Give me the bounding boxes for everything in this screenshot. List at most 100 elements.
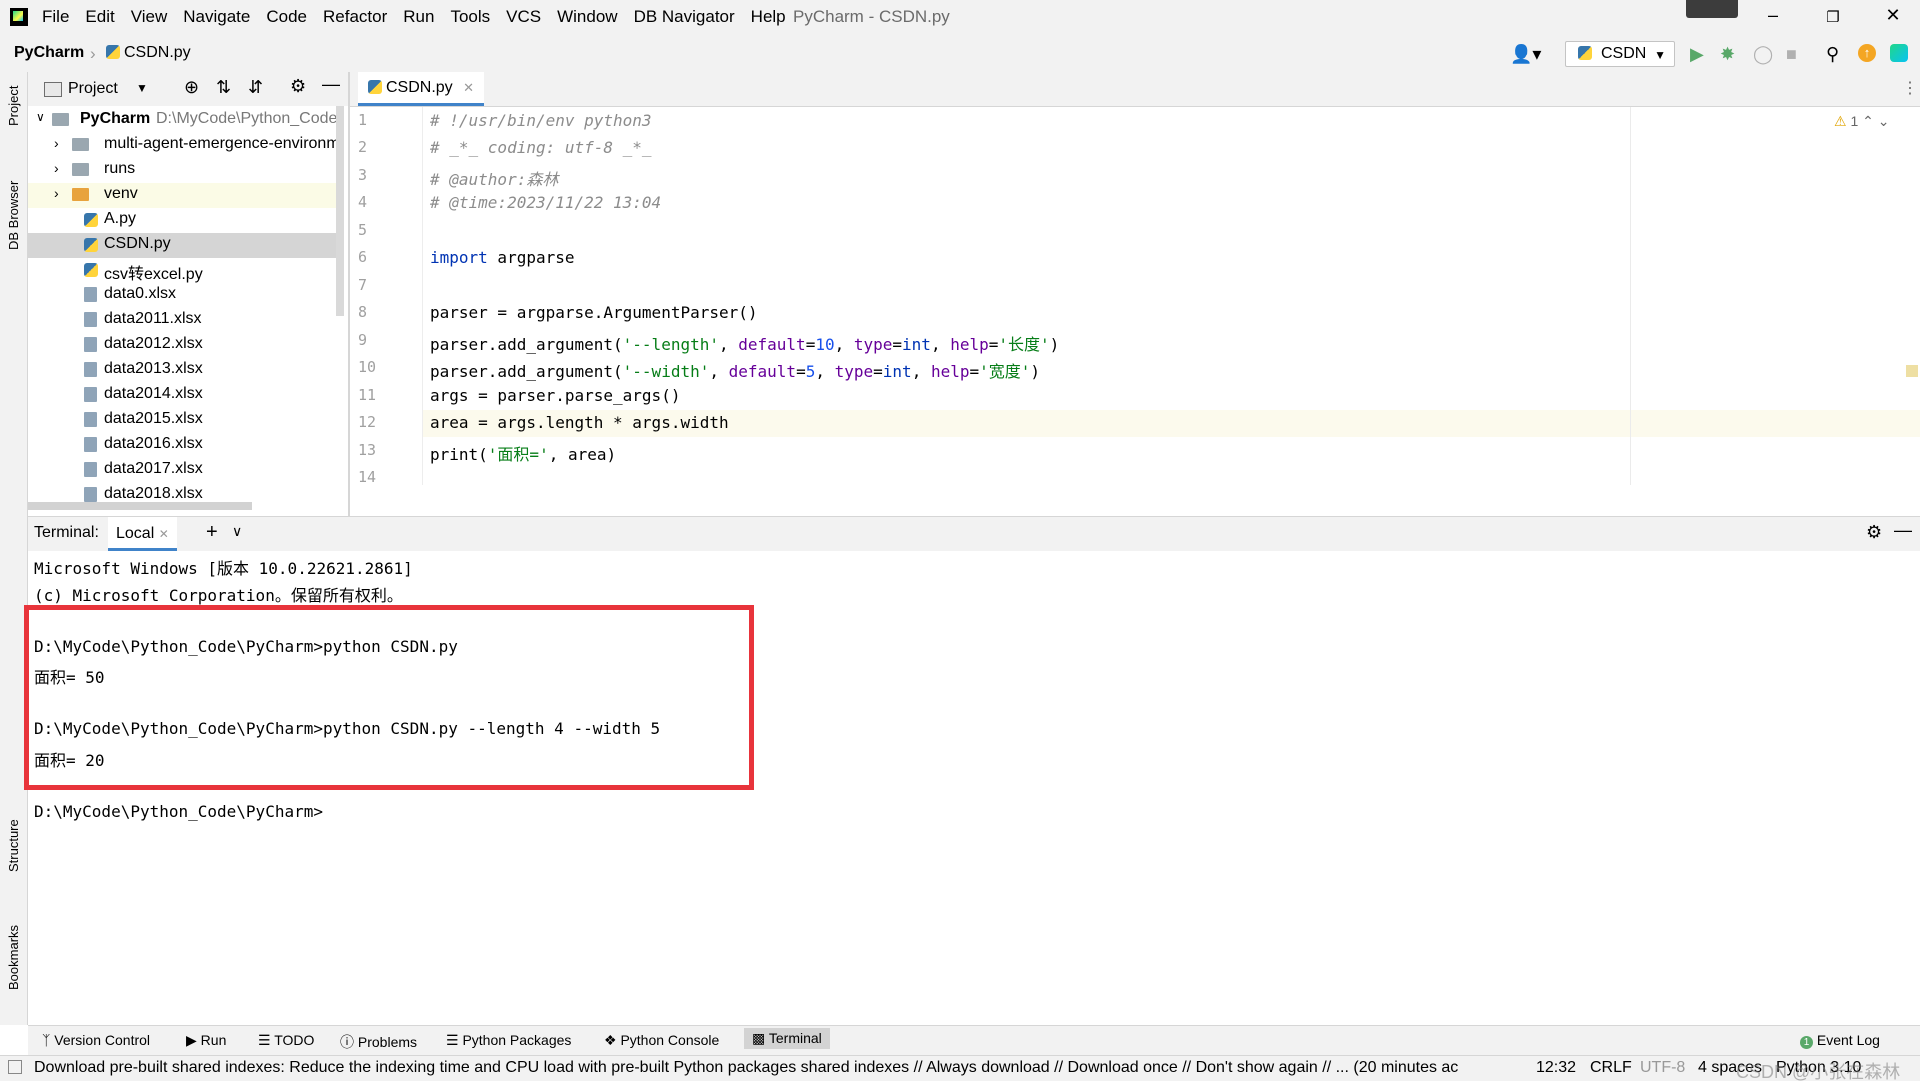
editor-tab-csdn[interactable]: CSDN.py ✕ <box>358 72 485 106</box>
menu-view[interactable]: View <box>131 7 168 27</box>
expand-all-icon[interactable]: ⇅ <box>216 77 231 98</box>
menu-db-navigator[interactable]: DB Navigator <box>634 7 735 27</box>
tree-item[interactable]: › multi-agent-emergence-environm <box>28 133 340 158</box>
tree-item[interactable]: data2014.xlsx <box>28 383 338 408</box>
user-account-icon[interactable]: 👤▾ <box>1510 44 1541 65</box>
horizontal-scrollbar[interactable] <box>28 502 252 510</box>
chevron-up-icon[interactable]: ⌃ <box>1862 113 1874 129</box>
bookmarks-tool-tab[interactable]: Bookmarks <box>6 925 21 990</box>
chevron-down-icon[interactable]: ∨ <box>232 523 242 540</box>
tree-root-label: PyCharm <box>80 110 151 127</box>
chevron-right-icon[interactable]: › <box>54 185 59 201</box>
chevron-right-icon[interactable]: › <box>54 160 59 176</box>
python-file-icon <box>84 213 98 227</box>
project-tool-tab[interactable]: Project <box>6 86 21 126</box>
tree-item[interactable]: data0.xlsx <box>28 283 338 308</box>
status-message[interactable]: Download pre-built shared indexes: Reduc… <box>34 1059 1494 1077</box>
tree-item[interactable]: data2012.xlsx <box>28 333 338 358</box>
tree-item-label: CSDN.py <box>104 235 171 252</box>
coverage-icon[interactable]: ◯ <box>1753 44 1773 65</box>
menu-tools[interactable]: Tools <box>450 7 490 27</box>
menu-code[interactable]: Code <box>266 7 307 27</box>
collapse-all-icon[interactable]: ⇵ <box>248 77 263 98</box>
locate-file-icon[interactable]: ⊕ <box>184 77 199 98</box>
terminal-tool[interactable]: ▩ Terminal <box>744 1028 830 1049</box>
menu-file[interactable]: File <box>42 7 69 27</box>
add-tab-icon[interactable]: + <box>206 521 218 544</box>
restore-icon[interactable]: ❐ <box>1813 8 1853 26</box>
menu-navigate[interactable]: Navigate <box>183 7 250 27</box>
menu-vcs[interactable]: VCS <box>506 7 541 27</box>
python-console-tool[interactable]: ❖ Python Console <box>604 1032 719 1049</box>
toggle-tool-windows-icon[interactable] <box>8 1060 22 1074</box>
problems-tool[interactable]: ⓘ Problems <box>340 1032 417 1052</box>
tree-item[interactable]: data2011.xlsx <box>28 308 338 333</box>
line-number: 2 <box>358 138 368 156</box>
code-editor[interactable]: 1 2 3 4 5 6 7 8 9 10 11 12 13 14 # !/usr… <box>350 107 1920 486</box>
chevron-right-icon[interactable]: › <box>54 135 59 151</box>
minimize-icon[interactable]: – <box>1753 5 1793 26</box>
menu-bar: File Edit View Navigate Code Refactor Ru… <box>0 0 1920 36</box>
gear-icon[interactable]: ⚙ <box>290 76 306 97</box>
line-separator[interactable]: CRLF <box>1590 1059 1632 1077</box>
tree-item[interactable]: data2013.xlsx <box>28 358 338 383</box>
error-stripe-marker[interactable] <box>1906 365 1918 377</box>
tree-item[interactable]: › runs <box>28 158 338 183</box>
chevron-down-icon[interactable]: ⌄ <box>1878 113 1890 129</box>
tree-item[interactable]: data2015.xlsx <box>28 408 338 433</box>
breadcrumb-project[interactable]: PyCharm <box>14 44 84 62</box>
terminal-tab-local[interactable]: Local ✕ <box>108 517 177 551</box>
file-icon <box>84 362 97 377</box>
db-browser-tool-tab[interactable]: DB Browser <box>6 181 21 250</box>
tree-item[interactable]: › venv <box>28 183 338 208</box>
jetbrains-toolbox-icon[interactable] <box>1890 44 1908 62</box>
tree-item[interactable]: data2016.xlsx <box>28 433 338 458</box>
tree-item[interactable]: csv转excel.py <box>28 258 338 283</box>
stop-icon[interactable]: ■ <box>1786 44 1797 65</box>
menu-run[interactable]: Run <box>403 7 434 27</box>
inspection-widget[interactable]: ⚠ 1 ⌃ ⌄ <box>1834 113 1890 130</box>
project-view-label[interactable]: Project <box>68 80 118 98</box>
event-log-tool[interactable]: 1 Event Log <box>1800 1032 1880 1049</box>
menu-window[interactable]: Window <box>557 7 617 27</box>
menu-refactor[interactable]: Refactor <box>323 7 387 27</box>
close-tab-icon[interactable]: ✕ <box>463 80 474 95</box>
menu-help[interactable]: Help <box>751 7 786 27</box>
more-options-icon[interactable]: ⋮ <box>1902 78 1918 98</box>
tree-item[interactable]: A.py <box>28 208 338 233</box>
tree-item-label: runs <box>104 160 136 177</box>
chevron-down-icon[interactable]: ∨ <box>36 110 45 124</box>
hide-panel-icon[interactable]: — <box>322 74 340 95</box>
tree-item-label: data2013.xlsx <box>104 360 203 377</box>
version-control-tool[interactable]: ᛉ Version Control <box>42 1032 150 1048</box>
debug-icon[interactable]: ✸ <box>1720 44 1735 65</box>
python-packages-tool[interactable]: ☰ Python Packages <box>446 1032 571 1049</box>
chevron-down-icon[interactable]: ▼ <box>136 81 148 95</box>
caret-position[interactable]: 12:32 <box>1536 1059 1576 1077</box>
tree-item-label: data2011.xlsx <box>104 310 202 327</box>
navigation-bar: PyCharm › CSDN.py 👤▾ CSDN ▼ ▶ ✸ ◯ ■ ⚲ ↑ <box>0 36 1920 73</box>
hide-panel-icon[interactable]: — <box>1894 520 1912 541</box>
run-icon[interactable]: ▶ <box>1690 44 1704 65</box>
update-icon[interactable]: ↑ <box>1858 44 1876 62</box>
close-icon[interactable]: ✕ <box>1873 5 1913 26</box>
terminal-output[interactable]: Microsoft Windows [版本 10.0.22621.2861] (… <box>24 551 1920 1025</box>
todo-tool[interactable]: ☰ TODO <box>258 1032 314 1049</box>
close-tab-icon[interactable]: ✕ <box>159 527 169 541</box>
run-config-selector[interactable]: CSDN ▼ <box>1565 41 1675 67</box>
search-icon[interactable]: ⚲ <box>1826 44 1839 65</box>
structure-tool-tab[interactable]: Structure <box>6 819 21 872</box>
vertical-scrollbar[interactable] <box>336 106 344 316</box>
tree-item-selected[interactable]: CSDN.py <box>28 233 338 258</box>
project-tree: ∨ PyCharm D:\MyCode\Python_Code\ › multi… <box>28 106 348 514</box>
tree-root[interactable]: ∨ PyCharm D:\MyCode\Python_Code\ <box>28 108 342 133</box>
breadcrumb-file[interactable]: CSDN.py <box>106 44 191 62</box>
gear-icon[interactable]: ⚙ <box>1866 522 1882 543</box>
code-line-8: parser = argparse.ArgumentParser() <box>430 303 758 322</box>
menu-edit[interactable]: Edit <box>85 7 114 27</box>
terminal-line: Microsoft Windows [版本 10.0.22621.2861] <box>34 559 413 578</box>
tree-item[interactable]: data2017.xlsx <box>28 458 338 483</box>
run-tool[interactable]: ▶ Run <box>186 1032 226 1049</box>
annotation-highlight-box <box>24 605 754 790</box>
file-encoding[interactable]: UTF-8 <box>1640 1059 1685 1077</box>
